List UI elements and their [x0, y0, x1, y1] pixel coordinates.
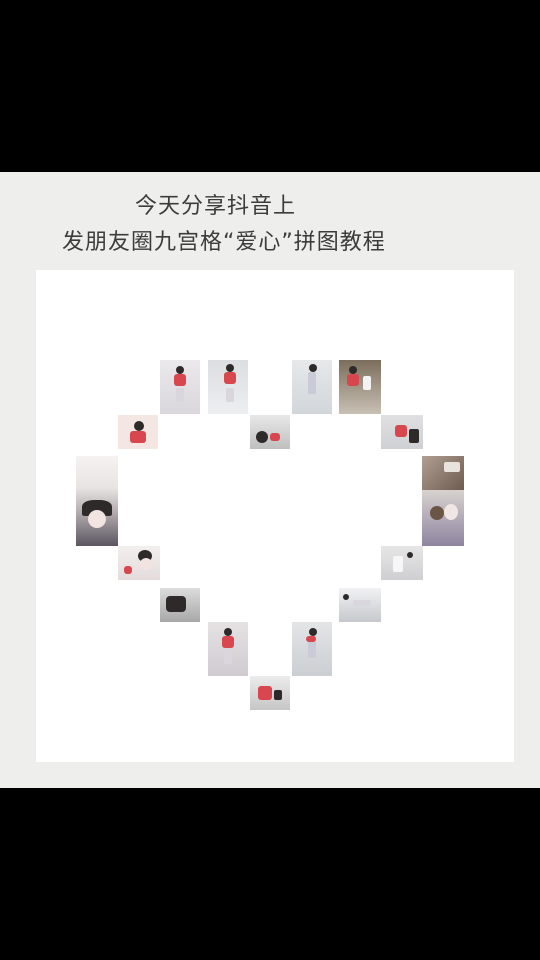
heart-collage-card	[36, 270, 514, 762]
photo-girl-white-dress-1	[292, 360, 332, 414]
photo-bear-toy	[422, 490, 464, 546]
photo-girl-red-top-3	[381, 415, 423, 449]
photo-girl-portrait-1	[118, 415, 158, 449]
photo-couple-1	[339, 360, 381, 414]
photo-girl-standing-1	[381, 546, 423, 580]
title-line-1: 今天分享抖音上	[135, 194, 297, 219]
photo-girl-red-top-4	[208, 622, 248, 676]
photo-room-interior	[422, 456, 464, 490]
screenshot-stage: 今天分享抖音上 发朋友圈九宫格“爱心”拼图教程	[0, 172, 540, 788]
photo-street-scene	[339, 588, 381, 622]
photo-girl-sitting-2	[250, 676, 290, 710]
photo-girl-selfie-large	[76, 456, 118, 546]
photo-girl-red-top-2	[208, 360, 248, 414]
photo-girl-bag	[160, 588, 200, 622]
photo-girl-white-dress-2	[292, 622, 332, 676]
photo-girl-selfie-2	[118, 546, 160, 580]
photo-girl-red-top-1	[160, 360, 200, 414]
photo-girl-sitting-1	[250, 415, 290, 449]
title-line-2: 发朋友圈九宫格“爱心”拼图教程	[62, 230, 386, 255]
